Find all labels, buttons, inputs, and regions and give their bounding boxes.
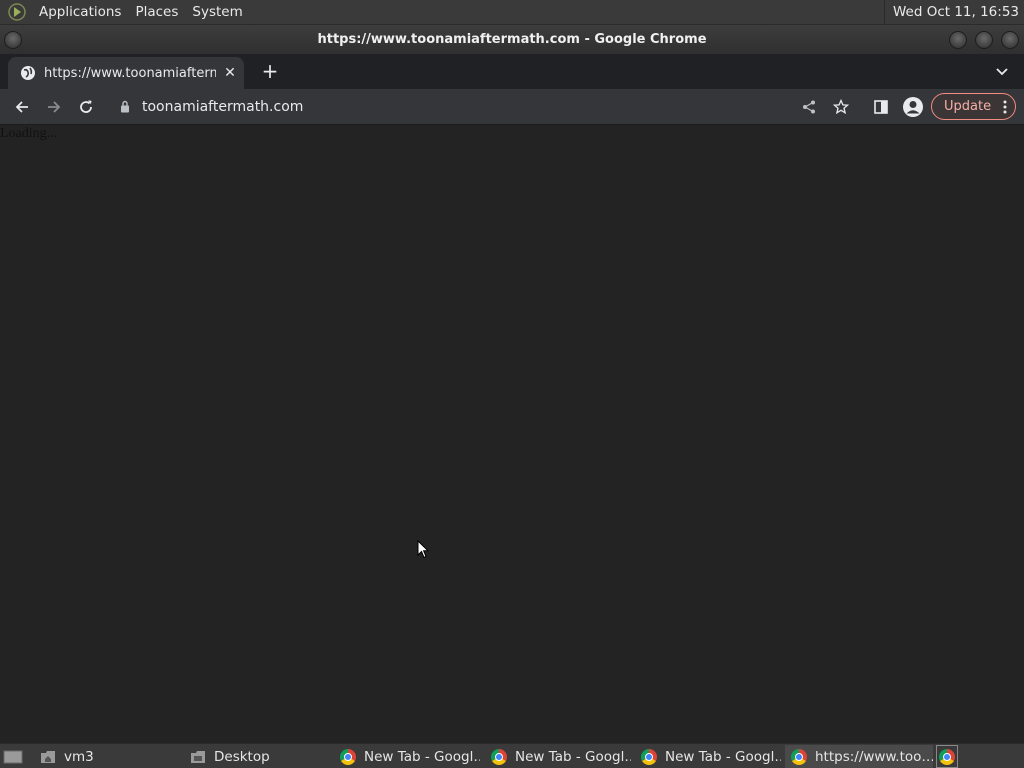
taskbar-item-vm3[interactable]: vm3 — [34, 745, 180, 768]
taskbar-item-label: vm3 — [64, 748, 94, 765]
back-button[interactable] — [10, 95, 34, 119]
chrome-icon — [641, 748, 657, 765]
show-desktop-button[interactable] — [0, 745, 26, 768]
update-button[interactable]: Update — [931, 93, 1016, 120]
window-menu-button[interactable] — [4, 31, 22, 49]
share-icon[interactable] — [797, 95, 821, 119]
close-window-button[interactable] — [1001, 31, 1019, 49]
close-tab-icon[interactable]: ✕ — [220, 63, 240, 83]
chrome-icon — [340, 748, 356, 765]
chrome-icon — [939, 748, 955, 765]
tab-strip: https://www.toonamiaftermath.com ✕ + — [0, 54, 1024, 89]
forward-button[interactable] — [42, 95, 66, 119]
maximize-button[interactable] — [975, 31, 993, 49]
taskbar-item-chrome-1[interactable]: New Tab - Googl… — [334, 745, 480, 768]
more-menu-icon[interactable] — [1003, 99, 1007, 119]
taskbar-item-label: New Tab - Googl… — [515, 748, 631, 765]
taskbar: vm3 Desktop New Tab - Googl… New Tab - G… — [0, 743, 1024, 768]
places-menu[interactable]: Places — [128, 0, 185, 25]
applications-menu[interactable]: Applications — [32, 0, 128, 25]
chrome-icon — [791, 748, 807, 765]
tab-search-chevron-icon[interactable] — [990, 60, 1014, 84]
page-content: Loading... — [0, 125, 1024, 743]
show-desktop-icon — [3, 750, 23, 763]
minimize-button[interactable] — [949, 31, 967, 49]
system-menu[interactable]: System — [185, 0, 249, 25]
window-title: https://www.toonamiaftermath.com - Googl… — [317, 32, 707, 47]
tab-active[interactable]: https://www.toonamiaftermath.com ✕ — [8, 57, 244, 89]
menu-logo-icon[interactable] — [6, 1, 28, 23]
reload-button[interactable] — [74, 95, 98, 119]
top-panel: Applications Places System Wed Oct 11, 1… — [0, 0, 1024, 25]
loading-text: Loading... — [0, 126, 58, 141]
forward-arrow-icon — [48, 101, 61, 113]
bookmark-star-icon[interactable] — [829, 95, 853, 119]
globe-icon — [20, 65, 36, 81]
taskbar-item-desktop[interactable]: Desktop — [184, 745, 330, 768]
taskbar-item-chrome-2[interactable]: New Tab - Googl… — [485, 745, 631, 768]
taskbar-item-chrome-active[interactable]: https://www.too… — [785, 745, 933, 768]
update-label: Update — [944, 99, 992, 114]
back-arrow-icon — [15, 101, 28, 113]
window-titlebar[interactable]: https://www.toonamiaftermath.com - Googl… — [0, 25, 1024, 54]
taskbar-item-label: New Tab - Googl… — [364, 748, 480, 765]
browser-toolbar: toonamiaftermath.com Update — [0, 89, 1024, 125]
profile-avatar-icon[interactable] — [901, 95, 925, 119]
taskbar-item-label: Desktop — [214, 748, 270, 765]
clock[interactable]: Wed Oct 11, 16:53 — [883, 0, 1019, 25]
side-panel-icon[interactable] — [869, 95, 893, 119]
taskbar-item-label: New Tab - Googl… — [665, 748, 781, 765]
new-tab-button[interactable]: + — [258, 59, 282, 83]
desktop-folder-icon — [191, 750, 205, 763]
url-text: toonamiaftermath.com — [142, 99, 304, 115]
lock-icon[interactable] — [120, 100, 130, 117]
chrome-icon — [491, 748, 507, 765]
tab-title: https://www.toonamiaftermath.com — [44, 65, 216, 81]
workspace-switcher[interactable] — [936, 745, 958, 768]
taskbar-item-label: https://www.too… — [815, 748, 933, 765]
mouse-cursor-icon — [417, 539, 430, 563]
reload-icon — [80, 100, 92, 113]
taskbar-item-chrome-3[interactable]: New Tab - Googl… — [635, 745, 781, 768]
home-folder-icon — [41, 750, 55, 763]
